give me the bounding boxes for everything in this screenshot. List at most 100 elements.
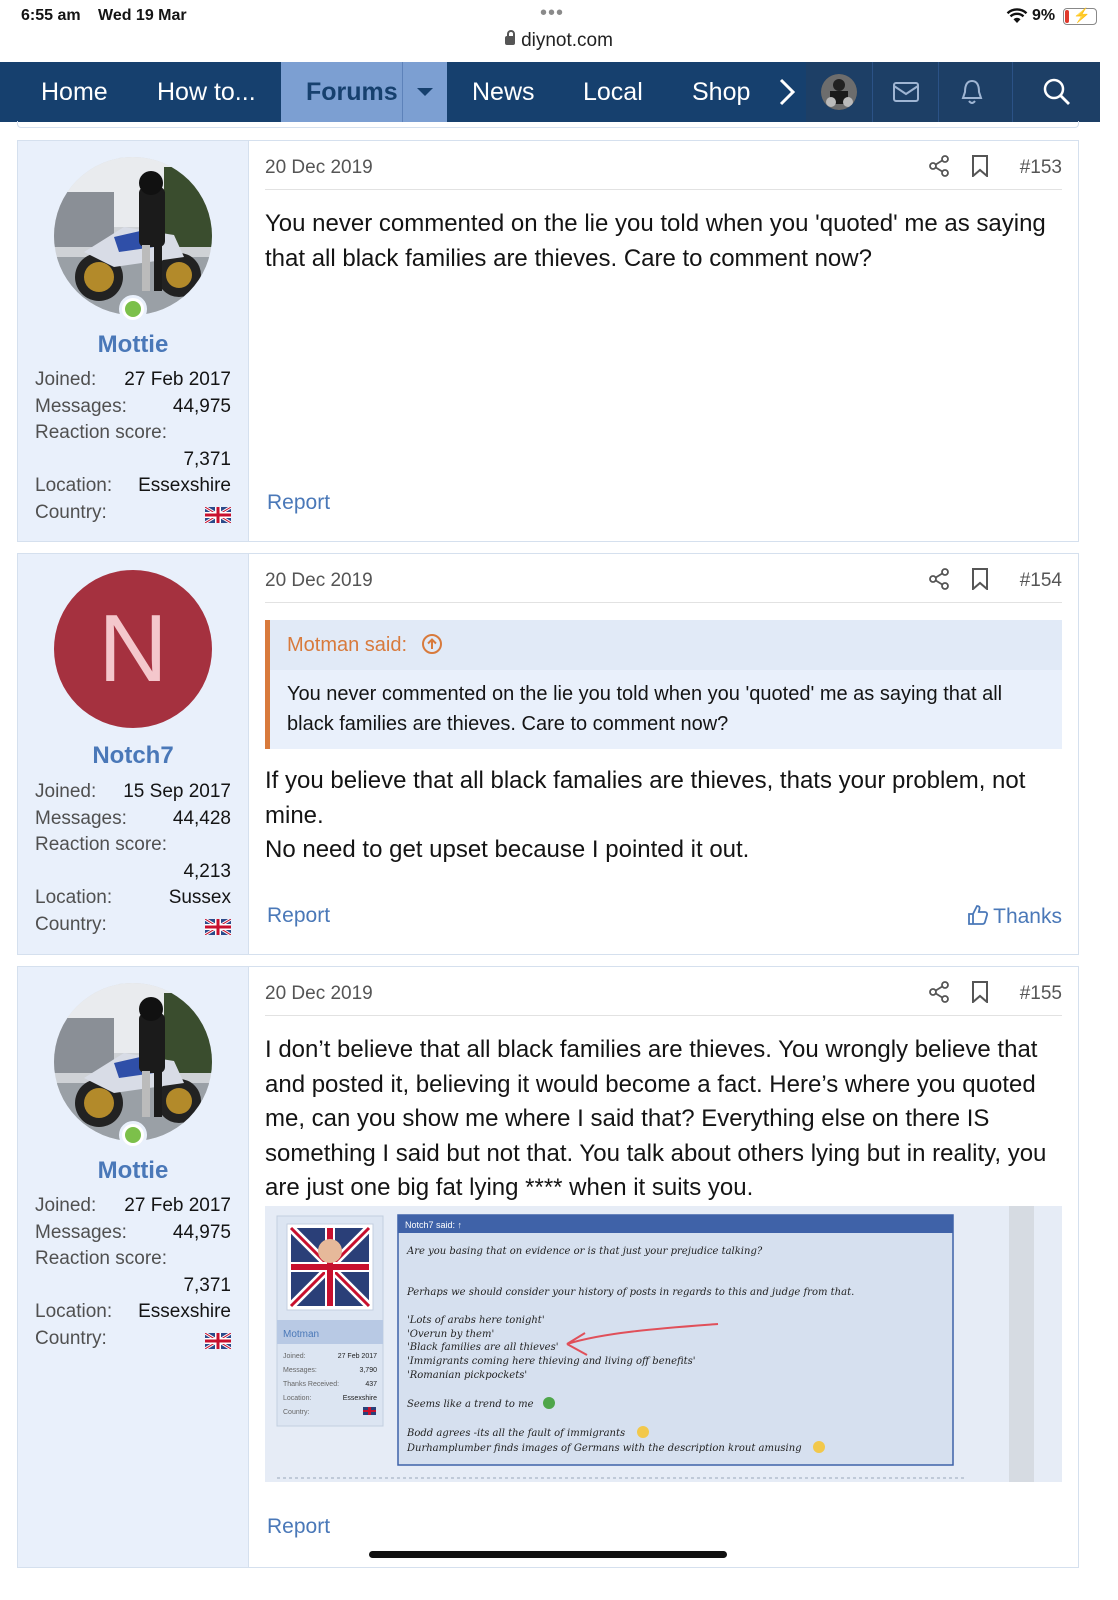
thanks-label: Thanks bbox=[993, 905, 1062, 928]
browser-tab-dots-icon[interactable]: ••• bbox=[540, 2, 564, 25]
previous-post-edge bbox=[17, 121, 1079, 128]
post-number[interactable]: #153 bbox=[1020, 157, 1062, 179]
share-icon[interactable] bbox=[928, 155, 950, 177]
online-status-icon bbox=[119, 295, 147, 323]
messages-value: 44,975 bbox=[172, 1221, 231, 1243]
mini-line: 'Lots of arabs here tonight' bbox=[407, 1315, 545, 1326]
bookmark-icon[interactable] bbox=[970, 568, 990, 590]
username[interactable]: Notch7 bbox=[18, 742, 248, 770]
mini-emoji-icon bbox=[813, 1441, 825, 1453]
message-line: No need to get upset because I pointed i… bbox=[265, 836, 750, 863]
post-content: 20 Dec 2019 #153 You never commented on … bbox=[265, 141, 1062, 541]
quote-block: Motman said: You never commented on the … bbox=[265, 620, 1062, 749]
user-panel: N Notch7 Joined: 15 Sep 2017 Messages: 44,… bbox=[18, 554, 249, 954]
reaction-value: 7,371 bbox=[183, 1274, 231, 1296]
mail-icon[interactable] bbox=[872, 62, 939, 122]
search-icon[interactable] bbox=[1012, 62, 1101, 122]
messages-value: 44,975 bbox=[172, 395, 231, 417]
embedded-screenshot-image[interactable]: Motman Joined: 27 Feb 2017 Messages: 3,7… bbox=[265, 1206, 1062, 1482]
avatar[interactable]: N bbox=[54, 570, 212, 728]
chevron-right-icon[interactable] bbox=[776, 77, 798, 107]
reaction-value: 7,371 bbox=[183, 448, 231, 470]
quote-author[interactable]: Motman said: bbox=[287, 634, 407, 656]
location-value: Essexshire bbox=[138, 475, 231, 496]
mini-emoji-icon bbox=[637, 1426, 649, 1438]
nav-local[interactable]: Local bbox=[583, 62, 643, 122]
wifi-icon bbox=[1006, 8, 1028, 23]
post-meta: 20 Dec 2019 #154 bbox=[265, 570, 1062, 603]
mini-joined-value: 27 Feb 2017 bbox=[338, 1353, 377, 1360]
nav-shop[interactable]: Shop bbox=[692, 62, 750, 122]
bookmark-icon[interactable] bbox=[970, 155, 990, 177]
ios-status-bar: 6:55 am Wed 19 Mar ••• diynot.com 9% ⚡ bbox=[0, 0, 1118, 62]
status-date: Wed 19 Mar bbox=[98, 7, 187, 24]
report-link[interactable]: Report bbox=[267, 904, 330, 928]
reaction-label: Reaction score: bbox=[35, 1248, 168, 1269]
username[interactable]: Mottie bbox=[18, 1157, 248, 1185]
status-time: 6:55 am bbox=[21, 7, 81, 24]
messages-label: Messages: bbox=[35, 1221, 127, 1243]
nav-forums-label: Forums bbox=[306, 78, 398, 106]
location-label: Location: bbox=[35, 887, 113, 908]
avatar[interactable] bbox=[54, 157, 212, 315]
mini-thanks-label: Thanks Received: bbox=[283, 1381, 339, 1388]
mini-line: 'Immigrants coming here thieving and liv… bbox=[407, 1356, 696, 1367]
messages-label: Messages: bbox=[35, 807, 127, 829]
account-avatar[interactable] bbox=[806, 62, 872, 122]
reaction-value: 4,213 bbox=[183, 860, 231, 882]
report-link[interactable]: Report bbox=[267, 1515, 330, 1539]
quote-header[interactable]: Motman said: bbox=[270, 620, 1062, 670]
user-panel: Mottie Joined: 27 Feb 2017 Messages: 44,97… bbox=[18, 141, 249, 541]
mini-username: Motman bbox=[283, 1329, 319, 1340]
uk-flag-icon bbox=[205, 1333, 231, 1349]
location-label: Location: bbox=[35, 475, 113, 496]
share-icon[interactable] bbox=[928, 981, 950, 1003]
post-date[interactable]: 20 Dec 2019 bbox=[265, 570, 373, 592]
address-bar[interactable]: diynot.com bbox=[0, 30, 1118, 52]
mini-line: Are you basing that on evidence or is th… bbox=[406, 1246, 763, 1257]
nav-forums[interactable]: Forums bbox=[281, 62, 447, 122]
mini-line: 'Overun by them' bbox=[407, 1329, 494, 1340]
joined-label: Joined: bbox=[35, 369, 97, 390]
joined-value: 15 Sep 2017 bbox=[123, 781, 231, 802]
post-date[interactable]: 20 Dec 2019 bbox=[265, 157, 373, 179]
post-meta: 20 Dec 2019 #155 bbox=[265, 983, 1062, 1016]
jump-to-quote-icon[interactable] bbox=[421, 633, 443, 655]
mini-country-label: Country: bbox=[283, 1409, 310, 1416]
nav-how-to[interactable]: How to... bbox=[157, 62, 256, 122]
bell-icon[interactable] bbox=[938, 62, 1005, 122]
mini-messages-label: Messages: bbox=[283, 1367, 317, 1374]
mini-line: 'Black families are all thieves' bbox=[407, 1342, 558, 1353]
post-message: You never commented on the lie you told … bbox=[265, 210, 1046, 272]
mini-line: Durhamplumber finds images of Germans wi… bbox=[406, 1443, 802, 1454]
uk-flag-icon bbox=[205, 919, 231, 935]
nav-home[interactable]: Home bbox=[41, 62, 108, 122]
mini-location-value: Essexshire bbox=[343, 1395, 377, 1402]
post-content: 20 Dec 2019 #154 Motman said: You never … bbox=[265, 554, 1062, 954]
joined-value: 27 Feb 2017 bbox=[124, 369, 231, 390]
message-line: If you believe that all black famalies a… bbox=[265, 767, 1026, 829]
location-value: Essexshire bbox=[138, 1301, 231, 1322]
location-label: Location: bbox=[35, 1301, 113, 1322]
thumbs-up-icon bbox=[968, 905, 989, 925]
user-panel: Mottie Joined: 27 Feb 2017 Messages: 44,97… bbox=[18, 967, 249, 1567]
avatar[interactable] bbox=[54, 983, 212, 1141]
country-label: Country: bbox=[35, 1327, 107, 1349]
post-date[interactable]: 20 Dec 2019 bbox=[265, 983, 373, 1005]
nav-news[interactable]: News bbox=[472, 62, 535, 122]
user-info: Joined: 15 Sep 2017 Messages: 44,428 React… bbox=[35, 779, 231, 938]
username[interactable]: Mottie bbox=[18, 331, 248, 359]
reaction-label: Reaction score: bbox=[35, 422, 168, 443]
report-link[interactable]: Report bbox=[267, 491, 330, 515]
home-indicator[interactable] bbox=[369, 1551, 727, 1558]
chevron-down-icon[interactable] bbox=[402, 62, 447, 122]
main-navigation: Home How to... Forums News Local Shop bbox=[0, 62, 1100, 122]
mini-location-label: Location: bbox=[283, 1395, 311, 1402]
location-value: Sussex bbox=[168, 887, 231, 908]
bookmark-icon[interactable] bbox=[970, 981, 990, 1003]
post-number[interactable]: #154 bbox=[1020, 570, 1062, 592]
share-icon[interactable] bbox=[928, 568, 950, 590]
post-number[interactable]: #155 bbox=[1020, 983, 1062, 1005]
thanks-button[interactable]: Thanks bbox=[967, 904, 1062, 929]
uk-flag-icon bbox=[205, 507, 231, 523]
